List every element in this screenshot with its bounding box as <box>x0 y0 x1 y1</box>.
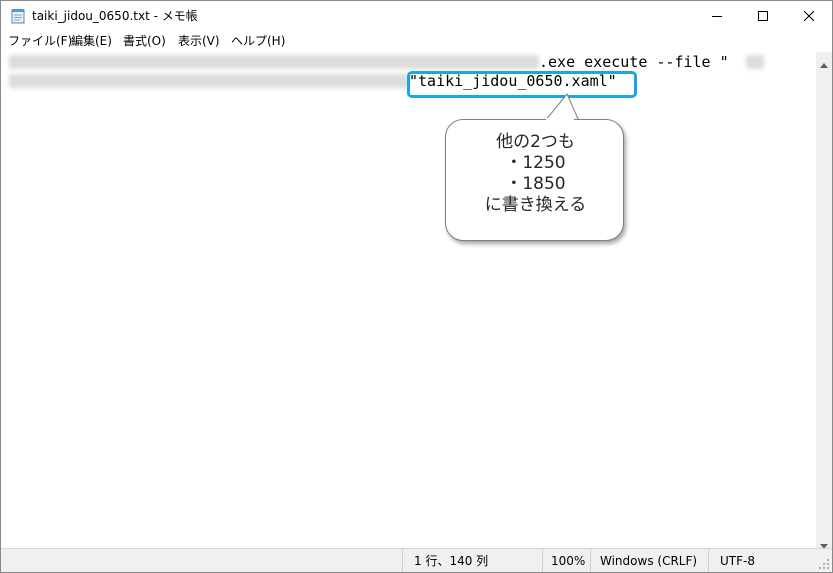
status-position-cell: 1 行、140 列 <box>402 549 543 572</box>
callout-line-1: 他の2つも <box>496 132 575 152</box>
annotation-highlight-box <box>407 71 637 98</box>
status-zoom: 100% <box>551 554 586 568</box>
menu-format[interactable]: 書式(O) <box>123 34 166 49</box>
window-title: taiki_jidou_0650.txt - メモ帳 <box>32 9 198 23</box>
text-editor-area[interactable]: .exe execute --file " "taiki_jidou_0650.… <box>1 52 816 548</box>
menu-view[interactable]: 表示(V) <box>178 34 220 49</box>
menu-bar: ファイル(F) 編集(E) 書式(O) 表示(V) ヘルプ(H) <box>1 31 832 52</box>
status-encoding-cell: UTF-8 <box>708 549 832 572</box>
close-icon <box>804 11 814 21</box>
minimize-button[interactable] <box>694 1 740 31</box>
status-line-ending: Windows (CRLF) <box>600 554 698 568</box>
callout-tail-seam <box>546 118 574 121</box>
redacted-text-line-2 <box>9 74 409 88</box>
callout-line-4: に書き換える <box>484 195 587 215</box>
close-button[interactable] <box>786 1 832 31</box>
status-bar: 1 行、140 列 100% Windows (CRLF) UTF-8 <box>1 548 832 572</box>
menu-edit[interactable]: 編集(E) <box>71 34 112 49</box>
title-bar[interactable]: taiki_jidou_0650.txt - メモ帳 <box>1 1 832 31</box>
redacted-text-line-1 <box>9 55 539 69</box>
status-zoom-cell: 100% <box>542 549 591 572</box>
status-encoding: UTF-8 <box>720 554 755 568</box>
vertical-scrollbar[interactable] <box>816 52 832 549</box>
callout-text: 他の2つも ・1250 ・1850 に書き換える <box>446 132 625 216</box>
resize-grip-icon[interactable] <box>818 558 830 570</box>
status-line-ending-cell: Windows (CRLF) <box>590 549 709 572</box>
menu-help[interactable]: ヘルプ(H) <box>231 34 285 49</box>
callout-line-3: ・1850 <box>505 174 566 194</box>
scroll-up-arrow-icon[interactable] <box>820 57 828 71</box>
annotation-callout: 他の2つも ・1250 ・1850 に書き換える <box>445 119 624 241</box>
redacted-text-line-1-end <box>746 55 764 69</box>
code-line-1: .exe execute --file " <box>539 53 729 71</box>
maximize-icon <box>758 11 768 21</box>
notepad-icon <box>11 8 25 24</box>
status-position: 1 行、140 列 <box>414 554 489 568</box>
minimize-icon <box>712 11 722 21</box>
menu-file[interactable]: ファイル(F) <box>8 34 72 49</box>
callout-line-2: ・1250 <box>505 153 566 173</box>
maximize-button[interactable] <box>740 1 786 31</box>
